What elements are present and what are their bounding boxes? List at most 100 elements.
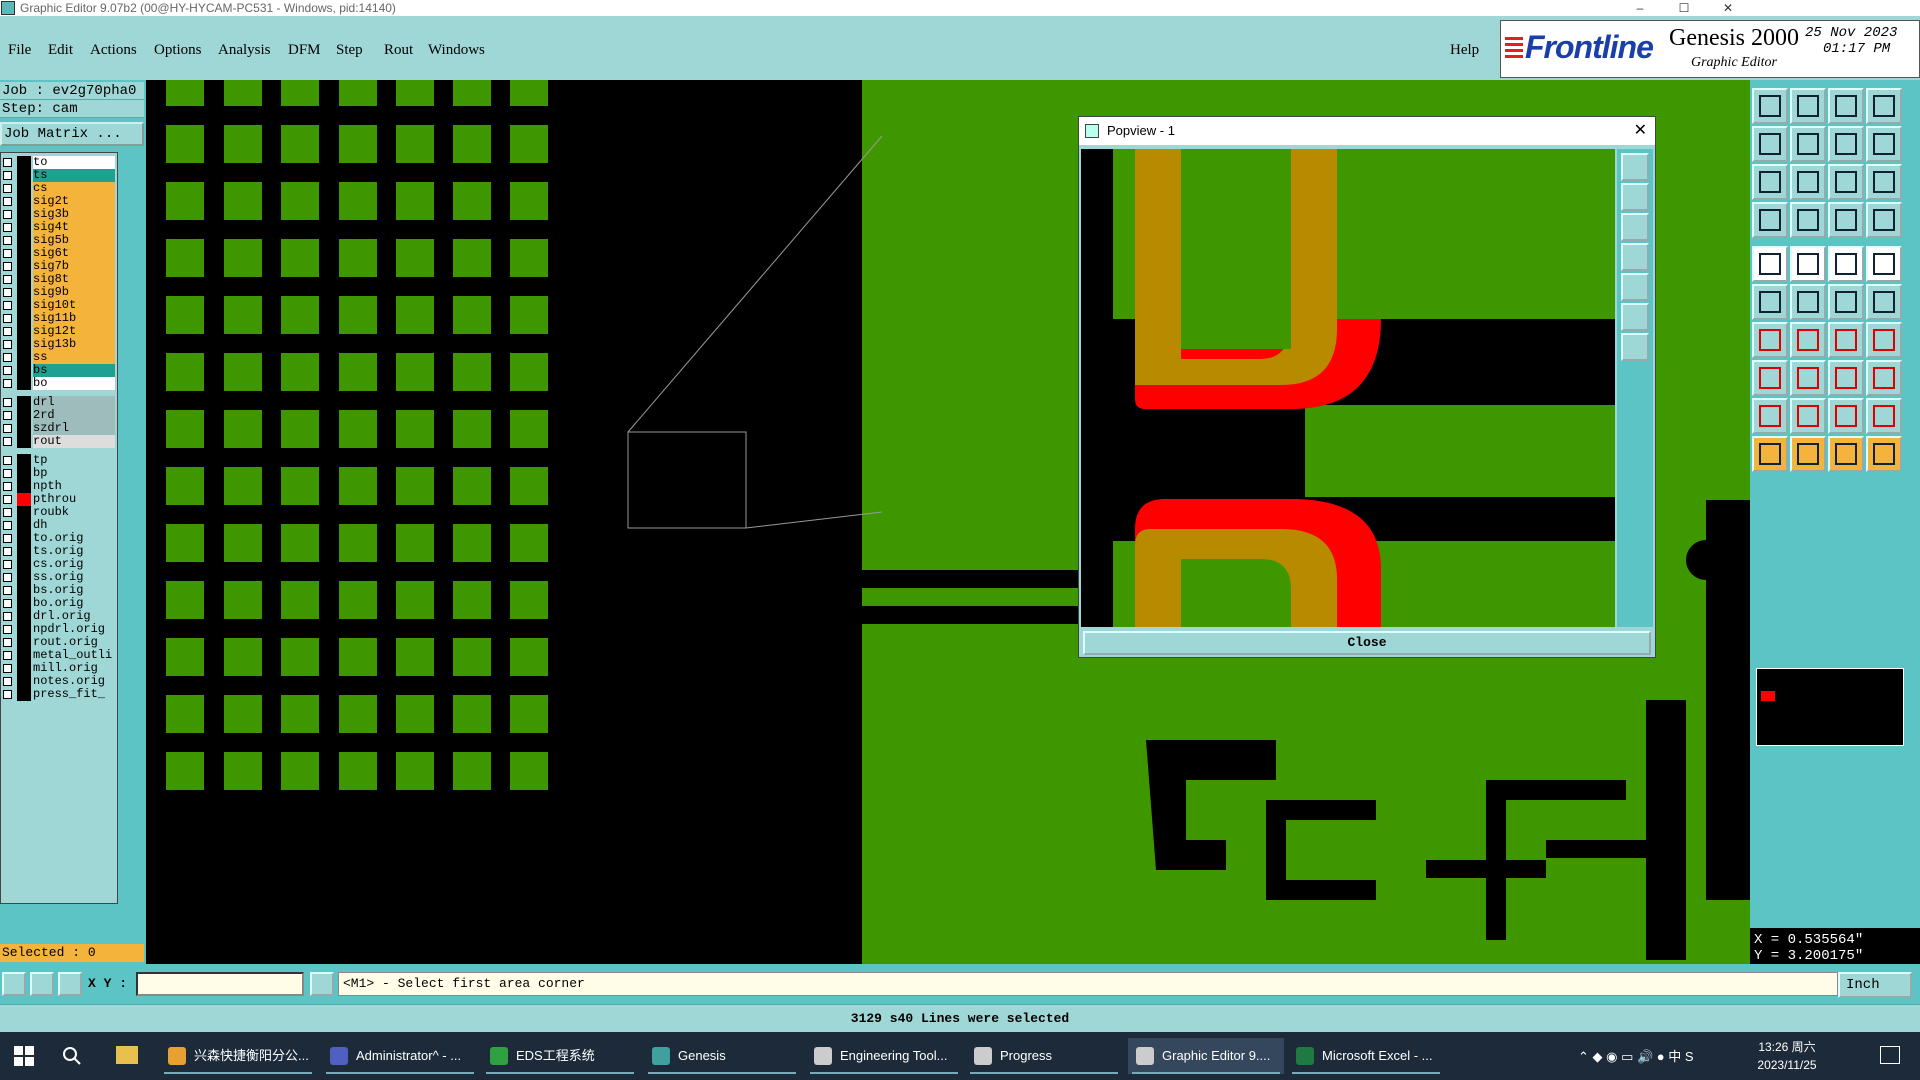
multi-select-icon[interactable] <box>1866 436 1902 472</box>
netlist-icon[interactable] <box>1828 202 1864 238</box>
units-selector[interactable]: Inch <box>1838 972 1912 998</box>
layer-checkbox[interactable] <box>3 411 12 420</box>
layer-checkbox[interactable] <box>3 521 12 530</box>
taskbar-item[interactable]: Graphic Editor 9.... <box>1128 1038 1284 1074</box>
job-matrix-button[interactable]: Job Matrix ... <box>0 122 144 146</box>
open-icon[interactable] <box>1752 88 1788 124</box>
layer-checkbox[interactable] <box>3 482 12 491</box>
menu-rout[interactable]: Rout <box>384 42 413 59</box>
taskbar-item[interactable]: Progress <box>966 1038 1122 1074</box>
pick-icon[interactable] <box>1828 436 1864 472</box>
pad-icon[interactable] <box>1752 246 1788 282</box>
node-icon[interactable] <box>1752 284 1788 320</box>
text-icon[interactable] <box>1828 398 1864 434</box>
minimize-button[interactable]: – <box>1620 0 1660 16</box>
layer-checkbox[interactable] <box>3 664 12 673</box>
a-icon[interactable] <box>1790 398 1826 434</box>
fit-icon[interactable] <box>1752 164 1788 200</box>
layer-checkbox[interactable] <box>3 612 12 621</box>
pointer-mode-icon[interactable] <box>2 972 26 996</box>
search-icon[interactable] <box>62 1046 82 1066</box>
windows-start-icon[interactable] <box>14 1046 34 1066</box>
save-icon[interactable] <box>1790 88 1826 124</box>
layer-checkbox[interactable] <box>3 573 12 582</box>
layer-checkbox[interactable] <box>3 547 12 556</box>
layer-color-swatch[interactable] <box>17 435 31 448</box>
layer-checkbox[interactable] <box>3 288 12 297</box>
taskbar-item[interactable]: Microsoft Excel - ... <box>1288 1038 1444 1074</box>
measure-icon[interactable] <box>30 972 54 996</box>
help-icon[interactable] <box>1866 164 1902 200</box>
compare-icon[interactable] <box>1866 202 1902 238</box>
copy-icon[interactable] <box>1752 360 1788 396</box>
slash-icon[interactable] <box>1790 322 1826 358</box>
layer-checkbox[interactable] <box>3 366 12 375</box>
layer-checkbox[interactable] <box>3 236 12 245</box>
taskbar-item[interactable]: Administrator^ - ... <box>322 1038 478 1074</box>
layer-checkbox[interactable] <box>3 301 12 310</box>
menu-dfm[interactable]: DFM <box>288 42 321 59</box>
layer-checkbox[interactable] <box>3 398 12 407</box>
forward-icon[interactable] <box>1790 126 1826 162</box>
menu-step[interactable]: Step <box>336 42 363 59</box>
profile-icon[interactable] <box>1752 202 1788 238</box>
layer-checkbox[interactable] <box>3 599 12 608</box>
taskbar-item[interactable]: Genesis <box>644 1038 800 1074</box>
popview-pan-left-icon[interactable] <box>1621 243 1649 271</box>
layer-checkbox[interactable] <box>3 638 12 647</box>
layer-checkbox[interactable] <box>3 171 12 180</box>
layer-checkbox[interactable] <box>3 340 12 349</box>
menu-options[interactable]: Options <box>154 42 202 59</box>
select-icon[interactable] <box>1790 436 1826 472</box>
menu-analysis[interactable]: Analysis <box>218 42 271 59</box>
layer-checkbox[interactable] <box>3 327 12 336</box>
triangle-icon[interactable] <box>1752 398 1788 434</box>
layer-checkbox[interactable] <box>3 534 12 543</box>
pointer-icon[interactable] <box>1752 436 1788 472</box>
layer-row-bo[interactable]: bo <box>1 376 117 391</box>
menu-help[interactable]: Help <box>1450 42 1479 59</box>
scale-icon[interactable] <box>1828 164 1864 200</box>
layer-checkbox[interactable] <box>3 677 12 686</box>
layer-checkbox[interactable] <box>3 651 12 660</box>
symbol-icon[interactable] <box>1828 360 1864 396</box>
layout-icon[interactable] <box>1866 88 1902 124</box>
layer-checkbox[interactable] <box>3 560 12 569</box>
layer-checkbox[interactable] <box>3 437 12 446</box>
layer-checkbox[interactable] <box>3 625 12 634</box>
snap-icon[interactable] <box>1790 246 1826 282</box>
minus-icon[interactable] <box>1790 360 1826 396</box>
popview-canvas[interactable] <box>1081 149 1615 627</box>
menu-file[interactable]: File <box>8 42 31 59</box>
layer-checkbox[interactable] <box>3 262 12 271</box>
layer-checkbox[interactable] <box>3 210 12 219</box>
popview-pan-right-icon[interactable] <box>1621 273 1649 301</box>
layer-checkbox[interactable] <box>3 379 12 388</box>
popview-pan-up-icon[interactable] <box>1621 183 1649 211</box>
alert-icon[interactable] <box>310 972 334 996</box>
taskbar-item[interactable]: EDS工程系统 <box>482 1038 638 1074</box>
layer-row-rout[interactable]: rout <box>1 434 117 449</box>
grid-icon[interactable] <box>1790 202 1826 238</box>
layer-color-swatch[interactable] <box>17 377 31 390</box>
menu-windows[interactable]: Windows <box>428 42 485 59</box>
arc-icon[interactable] <box>1828 322 1864 358</box>
close-window-button[interactable]: ✕ <box>1708 0 1748 16</box>
shape-icon[interactable] <box>1866 360 1902 396</box>
target-icon[interactable] <box>1866 246 1902 282</box>
popview-close-button[interactable]: Close <box>1083 631 1651 655</box>
layer-checkbox[interactable] <box>3 508 12 517</box>
layer-checkbox[interactable] <box>3 690 12 699</box>
rotate-icon[interactable] <box>1828 126 1864 162</box>
popview-window[interactable]: Popview - 1 ✕ Close <box>1078 116 1656 658</box>
ruler-icon[interactable] <box>1828 246 1864 282</box>
zoom-icon[interactable] <box>1790 164 1826 200</box>
layer-checkbox[interactable] <box>3 158 12 167</box>
system-tray-icons[interactable]: ⌃ ◆ ◉ ▭ 🔊 ● 中 S <box>1578 1046 1738 1066</box>
split-icon[interactable] <box>1866 322 1902 358</box>
home-icon[interactable] <box>1828 88 1864 124</box>
popview-zoom-in-icon[interactable] <box>1621 153 1649 181</box>
layer-checkbox[interactable] <box>3 197 12 206</box>
xy-input[interactable] <box>136 972 304 996</box>
point-icon[interactable] <box>1866 284 1902 320</box>
